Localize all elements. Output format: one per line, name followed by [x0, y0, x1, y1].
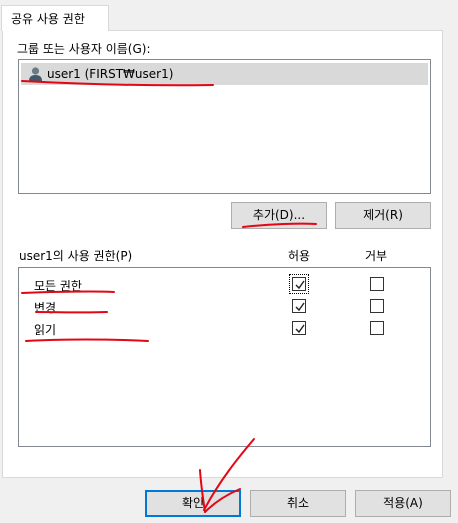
allow-checkbox-full-control[interactable]	[289, 274, 309, 294]
permission-name: 읽기	[34, 323, 57, 337]
apply-button-label: 적용(A)	[383, 496, 423, 510]
user-list-item[interactable]: user1 (FIRST₩user1)	[21, 63, 428, 85]
deny-checkbox-read[interactable]	[370, 321, 384, 335]
permission-row-full-control: 모든 권한	[19, 274, 430, 296]
deny-column-header: 거부	[365, 249, 388, 263]
permissions-title: user1의 사용 권한(P)	[19, 249, 133, 263]
add-button-label: 추가(D)...	[252, 208, 306, 222]
tab-share-permissions[interactable]: 공유 사용 권한	[1, 5, 109, 31]
user-listbox[interactable]: user1 (FIRST₩user1)	[18, 59, 431, 194]
tab-label: 공유 사용 권한	[11, 12, 85, 26]
allow-checkbox-change[interactable]	[292, 299, 306, 313]
allow-checkbox-read[interactable]	[292, 321, 306, 335]
checkmark-icon	[295, 324, 305, 334]
permission-row-change: 변경	[19, 296, 430, 318]
allow-column-header: 허용	[288, 249, 311, 263]
cancel-button[interactable]: 취소	[250, 490, 346, 517]
group-label: 그룹 또는 사용자 이름(G):	[17, 42, 151, 56]
user-icon	[28, 66, 43, 82]
cancel-button-label: 취소	[286, 496, 310, 510]
ok-button-label: 확인	[181, 496, 205, 510]
permission-name: 모든 권한	[34, 279, 82, 293]
remove-button[interactable]: 제거(R)	[335, 202, 431, 229]
permission-name: 변경	[34, 301, 57, 315]
ok-button[interactable]: 확인	[145, 490, 241, 517]
checkmark-icon	[295, 280, 305, 290]
add-button[interactable]: 추가(D)...	[231, 202, 327, 229]
user-list-item-label: user1 (FIRST₩user1)	[47, 67, 174, 81]
checkmark-icon	[295, 302, 305, 312]
remove-button-label: 제거(R)	[363, 208, 403, 222]
deny-checkbox-change[interactable]	[370, 299, 384, 313]
permission-row-read: 읽기	[19, 318, 430, 340]
permissions-list: 모든 권한 변경 읽기	[18, 267, 431, 447]
apply-button[interactable]: 적용(A)	[355, 490, 451, 517]
deny-checkbox-full-control[interactable]	[370, 277, 384, 291]
